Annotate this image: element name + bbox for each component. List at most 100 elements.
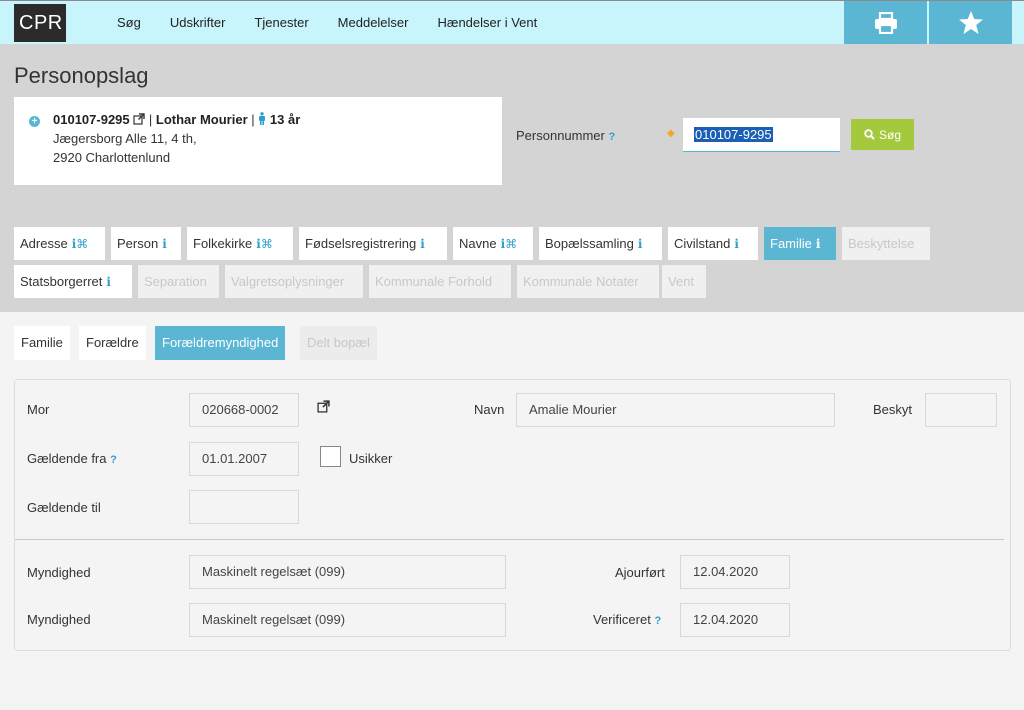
beskyt-label: Beskyt [873,402,913,417]
usikker-checkbox[interactable] [320,446,341,467]
cpr-logo[interactable]: CPR [14,4,66,42]
subtab-familie[interactable]: Familie [14,326,70,360]
navn-field[interactable]: Amalie Mourier [516,393,835,427]
gaeldende-til-label: Gældende til [27,500,101,515]
tab-navne[interactable]: Navne i⌘ [453,227,533,260]
tab-label: Adresse [20,236,68,251]
info-icon: i [637,237,643,251]
search-icon [864,129,875,140]
tab-label: Person [117,236,159,251]
top-navigation-bar: CPR Søg Udskrifter Tjenester Meddelelser… [0,0,1024,44]
address-line-2: 2920 Charlottenlund [53,150,171,165]
personnummer-label: Personnummer ? [516,128,615,143]
tab-label: Civilstand [674,236,731,251]
tab-vent: Vent [662,265,706,298]
info-icon: i [162,237,167,251]
tab-separation: Separation [138,265,219,298]
search-button-label: Søg [878,127,901,142]
separator: | [251,112,255,127]
tab-label: Separation [144,274,207,289]
tab-foedselsregistrering[interactable]: Fødselsregistrering i [299,227,447,260]
info-icon: i [734,237,739,251]
ajourfoert-field[interactable]: 12.04.2020 [680,555,790,589]
tab-label: Navne [459,236,497,251]
gaeldende-til-field[interactable] [189,490,299,524]
navn-label: Navn [474,402,505,417]
separator: | [148,112,153,127]
personnummer-label-text: Personnummer [516,128,605,143]
mor-label: Mor [27,402,50,417]
tab-label: Vent [668,274,695,289]
tab-label: Familie [770,236,812,251]
myndighed-label: Myndighed [27,565,91,580]
mor-field[interactable]: 020668-0002 [189,393,299,427]
tab-label: Bopælssamling [545,236,634,251]
tab-civilstand[interactable]: Civilstand i [668,227,758,260]
person-header: Personopslag + 010107-9295 | Lothar Mour… [0,44,1024,312]
beskyt-field[interactable] [925,393,997,427]
tab-beskyttelse: Beskyttelse [842,227,930,260]
tab-adresse[interactable]: Adresse i⌘ [14,227,105,260]
tab-bopaelssamling[interactable]: Bopælssamling i [539,227,662,260]
tab-valgretsoplysninger: Valgretsoplysninger [225,265,363,298]
tab-label: Fødselsregistrering [305,236,417,251]
help-icon[interactable]: ? [110,454,117,466]
myndighed-label: Myndighed [27,612,91,627]
info-icon: i [106,275,111,289]
expand-plus-icon[interactable]: + [29,116,40,127]
page-title: Personopslag [14,63,149,88]
help-icon[interactable]: ? [609,131,616,143]
gaeldende-fra-field[interactable]: 01.01.2007 [189,442,299,476]
myndighed-field[interactable]: Maskinelt regelsæt (099) [189,555,506,589]
foraeldremyndighed-panel: Mor 020668-0002 Navn Amalie Mourier Besk… [14,379,1011,651]
subtab-foraeldremyndighed[interactable]: Forældremyndighed [155,326,286,360]
familie-section: Familie Forældre Forældremyndighed Delt … [0,312,1024,710]
verificeret-field[interactable]: 12.04.2020 [680,603,790,637]
subtab-delt-bopael: Delt bopæl [300,326,377,360]
nav-item-tjenester[interactable]: Tjenester [254,1,308,45]
personnummer-input-value: 010107-9295 [694,127,773,142]
personnummer-input[interactable]: 010107-9295 [683,118,840,152]
tab-label: Folkekirke [193,236,253,251]
print-button[interactable] [844,1,927,44]
tab-familie[interactable]: Familie i [764,227,836,260]
help-icon[interactable]: ? [654,615,661,627]
nav-item-udskrifter[interactable]: Udskrifter [170,1,226,45]
nav-item-sog[interactable]: Søg [117,1,141,45]
command-icon: ⌘ [505,237,518,251]
external-link-icon[interactable] [317,400,330,413]
tab-folkekirke[interactable]: Folkekirke i⌘ [187,227,293,260]
star-icon [958,11,983,34]
info-icon: i [420,237,425,251]
person-cpr: 010107-9295 [53,112,130,127]
main-nav: Søg Udskrifter Tjenester Meddelelser Hæn… [117,1,566,45]
divider [15,539,1004,540]
external-link-icon[interactable] [133,113,145,125]
person-name: Lothar Mourier [155,112,248,127]
person-card: + 010107-9295 | Lothar Mourier | 13 år J… [14,97,502,185]
tab-kommunale-notater: Kommunale Notater [517,265,659,298]
tab-statsborgerret[interactable]: Statsborgerret i [14,265,132,298]
required-marker-icon: ◆ [667,128,675,139]
nav-item-meddelelser[interactable]: Meddelelser [338,1,409,45]
search-button[interactable]: Søg [851,119,914,150]
ajourfoert-label: Ajourført [615,565,665,580]
tab-label: Beskyttelse [848,236,915,251]
command-icon: ⌘ [260,237,273,251]
favorite-button[interactable] [929,1,1012,44]
gaeldende-fra-label: Gældende fra ? [27,451,117,466]
verificeret-label-text: Verificeret [593,612,651,627]
tab-label: Kommunale Notater [523,274,639,289]
tab-label: Statsborgerret [20,274,103,289]
subtab-foraeldre[interactable]: Forældre [79,326,146,360]
nav-item-haendelser-i-vent[interactable]: Hændelser i Vent [438,1,538,45]
myndighed-field[interactable]: Maskinelt regelsæt (099) [189,603,506,637]
tab-person[interactable]: Person i [111,227,181,260]
usikker-label: Usikker [349,451,393,466]
verificeret-label: Verificeret ? [593,612,661,627]
info-icon: i [815,237,821,251]
male-person-icon [259,112,266,125]
person-summary: 010107-9295 | Lothar Mourier | 13 år [53,112,300,127]
person-age: 13 år [269,112,301,127]
command-icon: ⌘ [76,237,89,251]
